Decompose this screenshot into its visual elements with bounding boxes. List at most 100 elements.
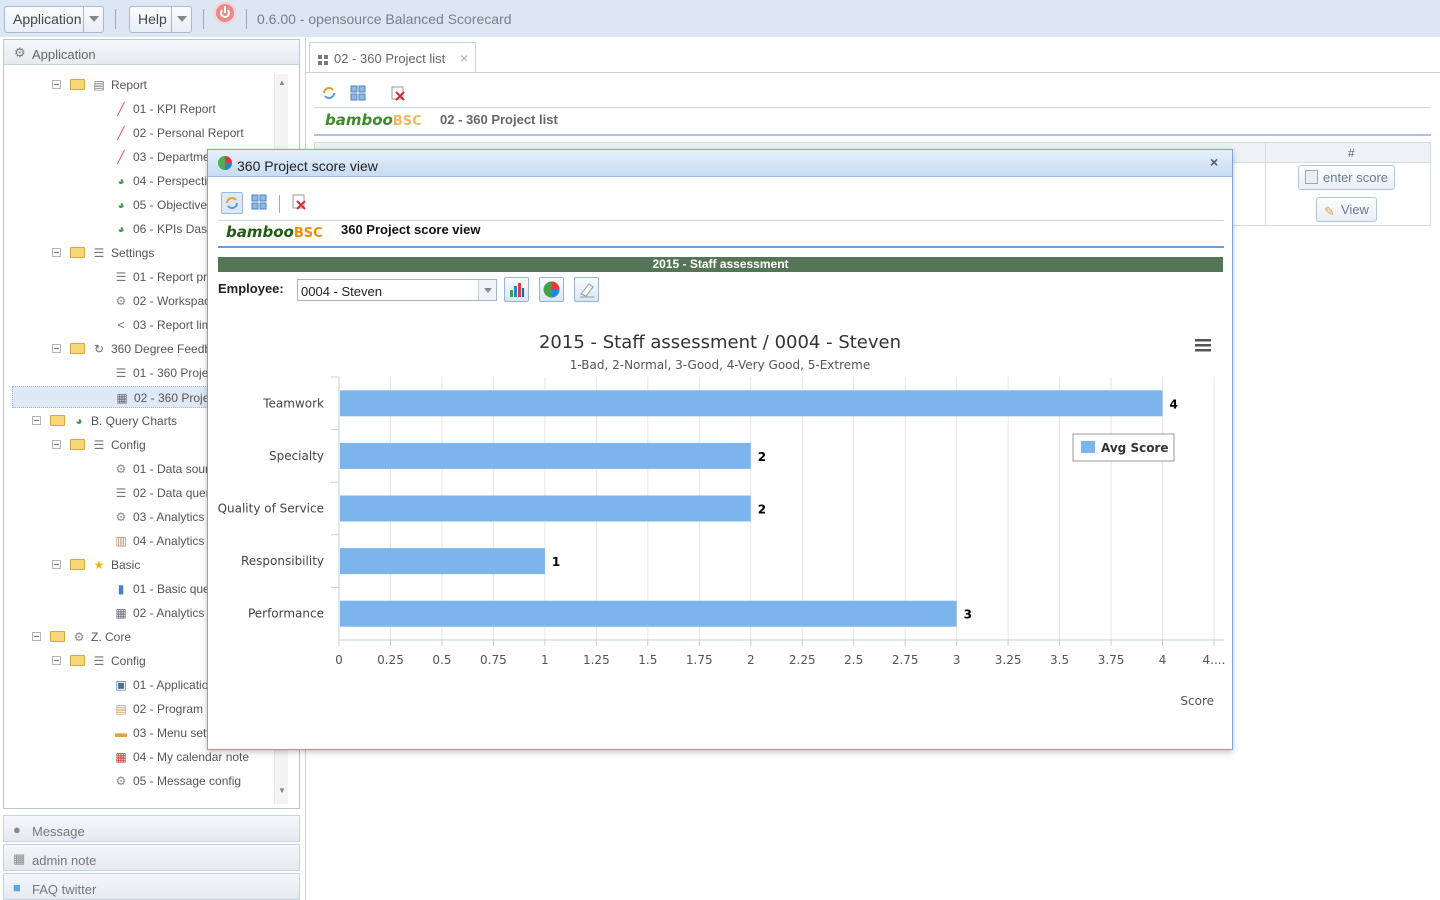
pie-chart-button[interactable]: [539, 277, 564, 302]
x-tick-label: 3.25: [995, 653, 1022, 667]
grid-icon: ▦: [115, 606, 127, 620]
x-tick-label: 1: [541, 653, 549, 667]
close-tab-icon[interactable]: ×: [460, 50, 468, 66]
x-tick-label: 3: [953, 653, 961, 667]
folder-open-icon: [70, 559, 85, 570]
tree-item-label: 01 - 360 Project: [133, 366, 218, 380]
x-tick-label: 1.75: [686, 653, 713, 667]
legend-swatch: [1081, 441, 1095, 453]
view-button[interactable]: ✎ View: [1316, 197, 1377, 222]
pie-chart-icon: ◕: [117, 174, 125, 188]
delete-icon[interactable]: [290, 193, 312, 215]
bar-responsibility[interactable]: [340, 548, 545, 575]
tree-item-label: Z. Core: [91, 630, 132, 644]
grid-header-hash: #: [1348, 146, 1355, 160]
collapse-toggle-icon[interactable]: [52, 560, 61, 569]
tree-item[interactable]: ⚙ 05 - Message config: [12, 770, 274, 792]
table-icon: ▥: [115, 534, 127, 548]
toolbar-divider: [314, 107, 1431, 108]
bar-quality-of-service[interactable]: [340, 495, 751, 522]
collapse-toggle-icon[interactable]: [52, 344, 61, 353]
grid-icon: [318, 54, 328, 68]
tab-divider: [306, 72, 1440, 73]
eraser-clear-button[interactable]: [574, 277, 599, 302]
share-icon: <: [117, 318, 125, 332]
tree-item[interactable]: ▤ Report: [12, 74, 274, 96]
gear-icon: ⚙: [73, 630, 85, 644]
x-tick-label: 3.75: [1098, 653, 1125, 667]
collapse-toggle-icon[interactable]: [52, 80, 61, 89]
x-tick-label: 0.25: [377, 653, 404, 667]
toolbar-separator: [279, 195, 280, 213]
dialog-titlebar[interactable]: 360 Project score view ×: [208, 150, 1232, 177]
folder-open-icon: [50, 415, 65, 426]
bar-value-label: 2: [758, 450, 766, 464]
collapse-toggle-icon[interactable]: [52, 656, 61, 665]
employee-select[interactable]: 0004 - Steven: [297, 279, 497, 301]
menu-divider: [246, 9, 247, 29]
tree-item-label: B. Query Charts: [91, 414, 178, 428]
collapse-toggle-icon[interactable]: [52, 248, 61, 257]
grid-column-divider: [1265, 143, 1266, 225]
accordion-message[interactable]: ● Message: [3, 815, 300, 842]
collapse-toggle-icon[interactable]: [52, 440, 61, 449]
employee-label: Employee:: [218, 281, 284, 296]
bar-teamwork[interactable]: [340, 390, 1163, 417]
collapse-toggle-icon[interactable]: [32, 416, 41, 425]
delete-icon[interactable]: [390, 85, 406, 101]
chevron-down-icon[interactable]: [171, 7, 191, 32]
tab-label: 02 - 360 Project list: [334, 51, 446, 66]
refresh-icon[interactable]: [221, 192, 243, 214]
save-disk-icon: [1305, 170, 1318, 184]
navigation-panel-title: Application: [32, 47, 96, 62]
y-category-label: Quality of Service: [218, 502, 324, 516]
bar-chart-button[interactable]: [504, 277, 529, 302]
pie-chart-icon: ◕: [75, 414, 83, 428]
tree-item[interactable]: ╱ 02 - Personal Report: [12, 122, 274, 144]
help-menu-label: Help: [138, 11, 167, 27]
view-label: View: [1341, 202, 1369, 217]
message-icon: ●: [13, 822, 21, 837]
list-icon: ☰: [93, 246, 105, 260]
tab-360-project-list[interactable]: 02 - 360 Project list ×: [309, 42, 476, 72]
pie-chart-icon: ◕: [117, 222, 125, 236]
monitor-icon: ▣: [115, 678, 127, 692]
bar-value-label: 4: [1170, 397, 1178, 411]
gear-icon: ⚙: [115, 294, 127, 308]
chart-context-menu-icon[interactable]: [1195, 339, 1211, 352]
bar-value-label: 1: [552, 555, 560, 569]
x-tick-label: 2.5: [844, 653, 863, 667]
navigation-panel-header[interactable]: ⚙ Application: [4, 40, 299, 65]
collapse-toggle-icon[interactable]: [32, 632, 41, 641]
scroll-down-icon[interactable]: ▼: [278, 786, 286, 795]
tree-item[interactable]: ╱ 01 - KPI Report: [12, 98, 274, 120]
help-menu-button[interactable]: Help: [129, 6, 192, 33]
bar-performance[interactable]: [340, 600, 957, 627]
tree-item-label: Settings: [111, 246, 155, 260]
x-tick-label: 2: [747, 653, 755, 667]
application-menu-button[interactable]: Application: [4, 6, 104, 33]
accordion-faq-twitter[interactable]: ■ FAQ twitter: [3, 873, 300, 900]
refresh-icon: ↻: [93, 342, 105, 356]
y-category-label: Responsibility: [241, 554, 324, 568]
list-icon: ☰: [93, 654, 105, 668]
enter-score-button[interactable]: enter score: [1298, 165, 1395, 190]
grid-view-icon[interactable]: [350, 85, 366, 101]
logout-power-icon[interactable]: [214, 2, 236, 24]
bar-specialty[interactable]: [340, 442, 751, 469]
x-tick-label: 3.5: [1050, 653, 1069, 667]
refresh-icon[interactable]: [321, 85, 337, 101]
twitter-icon: ■: [13, 880, 21, 895]
calendar-icon: ▦: [115, 750, 127, 764]
chevron-down-icon[interactable]: [83, 7, 103, 32]
scroll-up-icon[interactable]: ▲: [278, 78, 286, 87]
chart-title: 2015 - Staff assessment / 0004 - Steven: [539, 332, 901, 353]
grid-view-icon[interactable]: [250, 193, 272, 215]
y-category-label: Performance: [248, 607, 324, 621]
list-icon: ☰: [93, 438, 105, 452]
accordion-admin-note[interactable]: ▦ admin note: [3, 844, 300, 871]
close-dialog-icon[interactable]: ×: [1210, 154, 1218, 170]
gear-icon: ⚙: [14, 45, 26, 60]
chart-legend[interactable]: Avg Score: [1072, 433, 1175, 462]
chevron-down-icon[interactable]: [478, 280, 496, 300]
